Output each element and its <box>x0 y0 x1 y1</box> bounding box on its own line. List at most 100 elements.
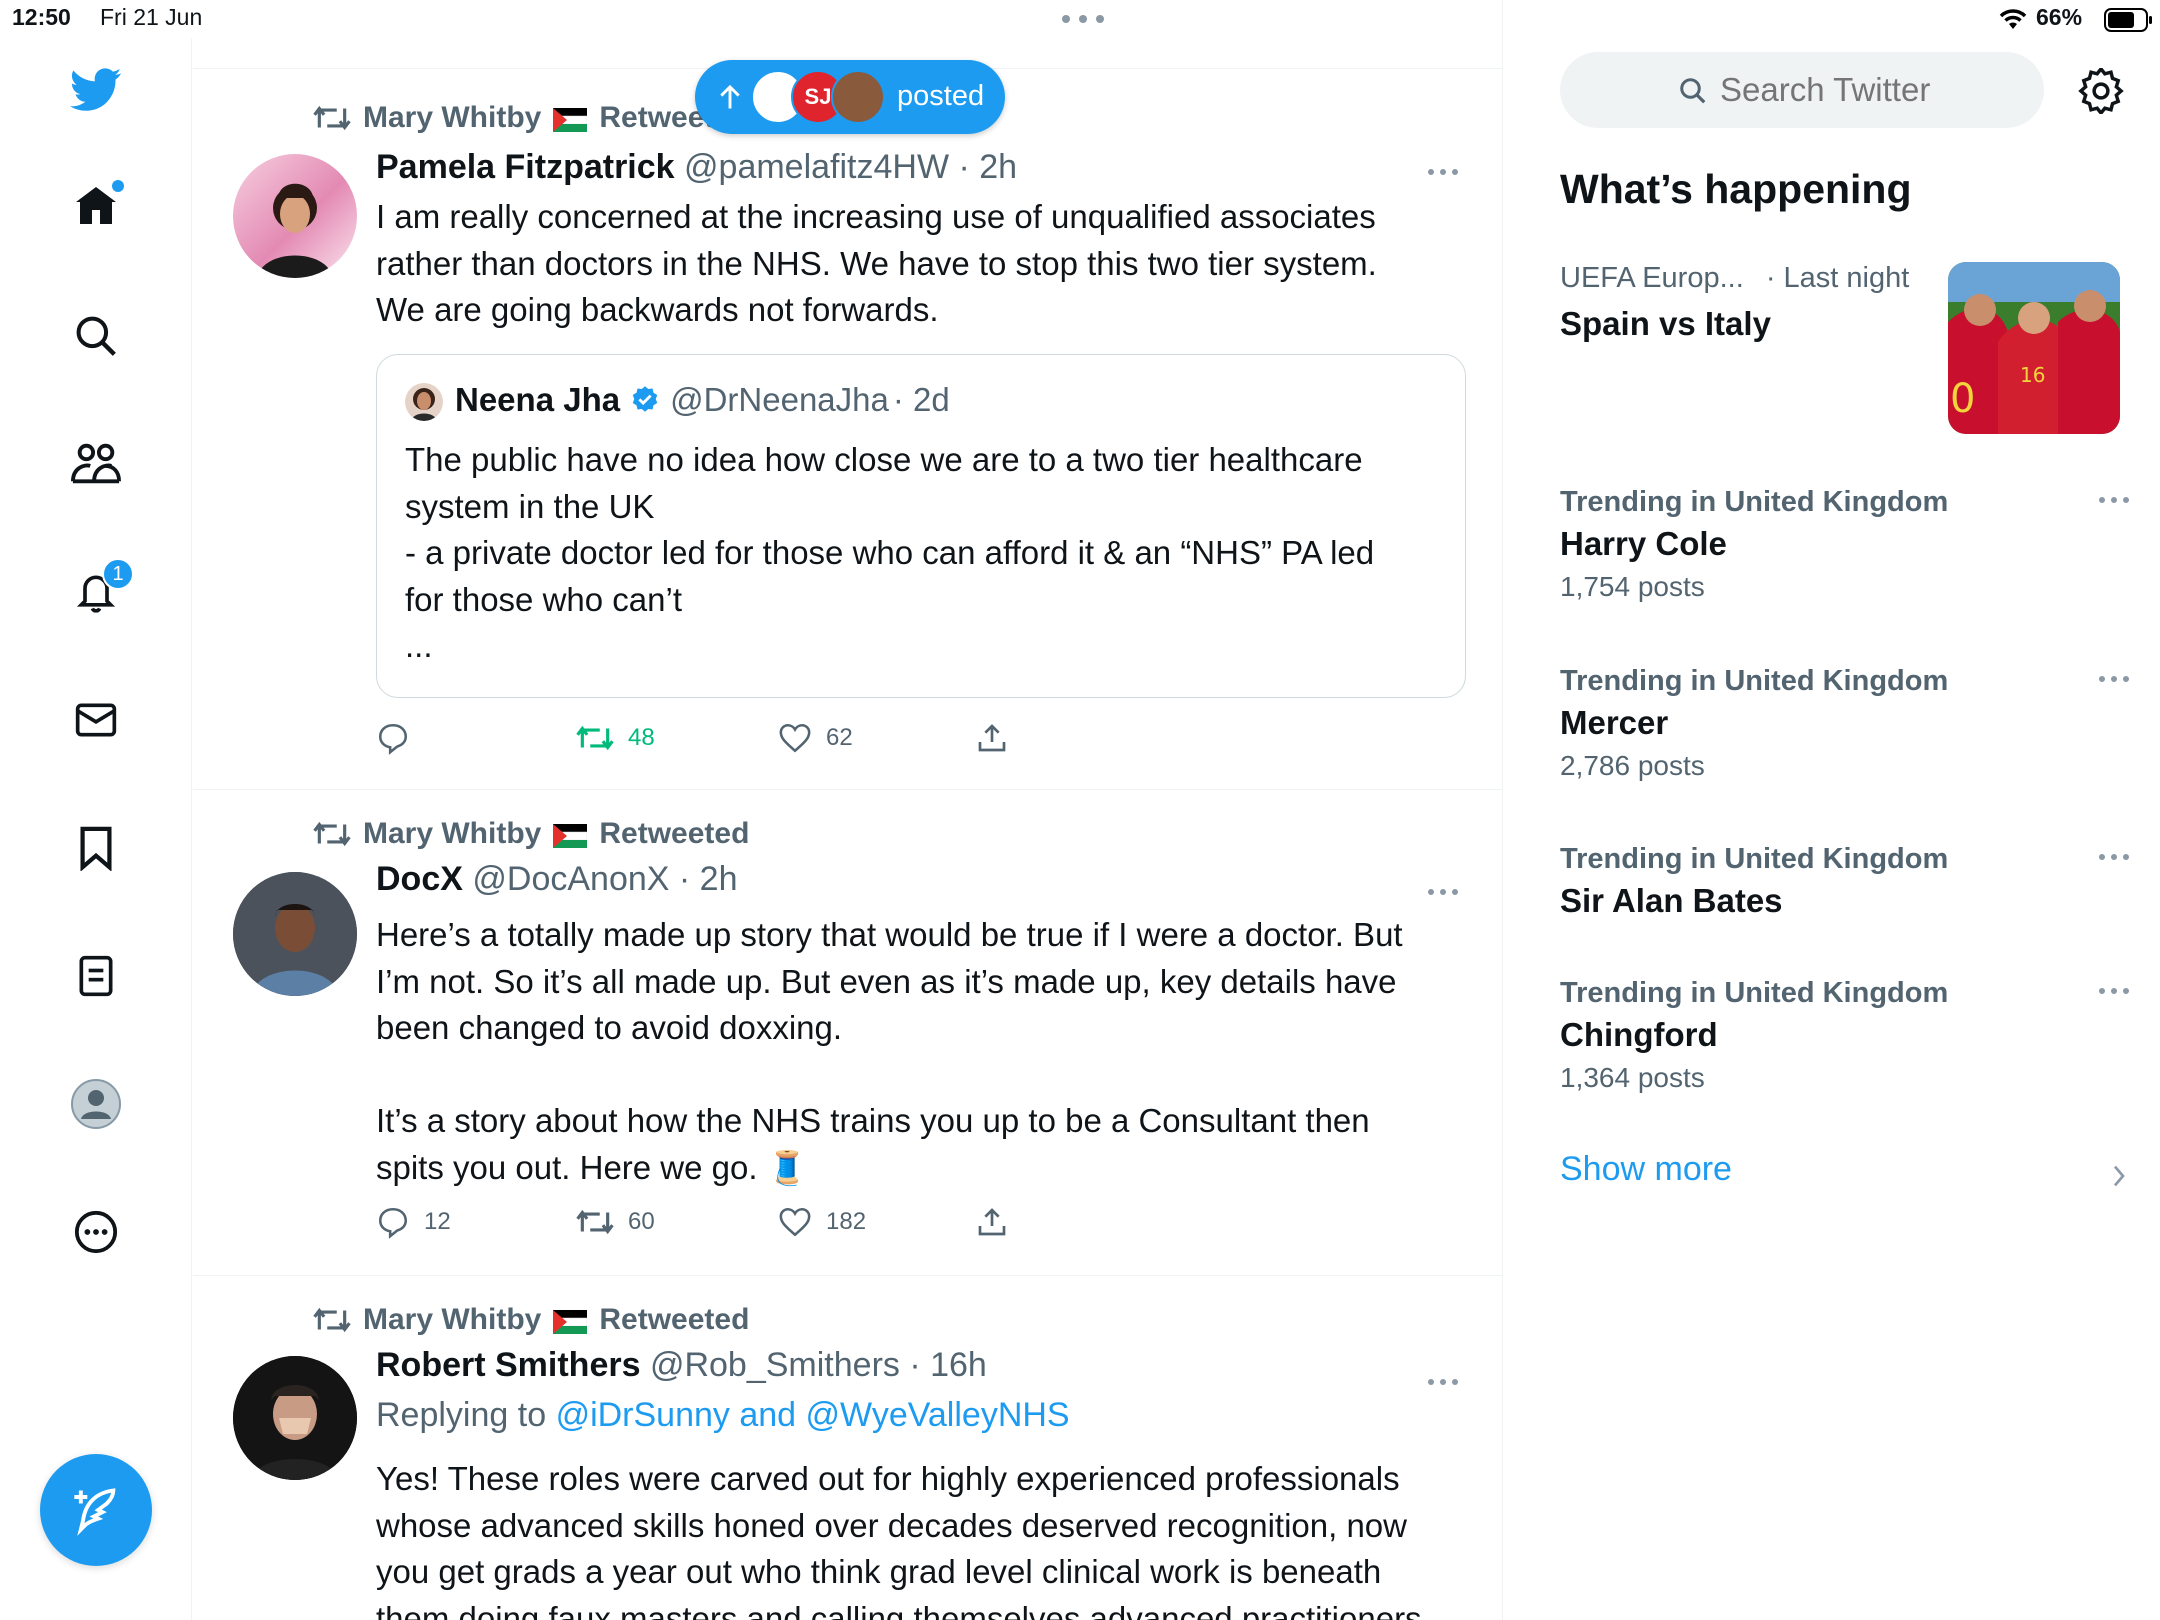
battery-icon <box>2104 8 2152 32</box>
trend-name: Sir Alan Bates <box>1560 882 1783 919</box>
share-button[interactable] <box>976 1200 1008 1244</box>
status-time: 12:50 <box>12 4 71 30</box>
right-sidebar: What’s happening UEFA Europ... · Last ni… <box>1504 38 2160 1620</box>
like-button[interactable]: 182 <box>778 1200 866 1244</box>
tweet-time[interactable]: · 2h <box>959 148 1018 186</box>
tweet-text-line: I am really concerned at the increasing … <box>376 198 1376 235</box>
bookmarks-icon[interactable] <box>64 816 128 880</box>
author-handle[interactable]: @DocAnonX <box>472 860 669 898</box>
search-box[interactable] <box>1560 52 2044 128</box>
explore-search-icon[interactable] <box>64 304 128 368</box>
compose-feather-icon <box>74 1488 116 1536</box>
share-button[interactable] <box>976 716 1008 760</box>
tweet-more-icon[interactable] <box>1425 882 1461 902</box>
trend-count: 1,754 posts <box>1560 571 1705 602</box>
replying-to-line: Replying to @iDrSunny and @WyeValleyNHS <box>376 1396 1070 1435</box>
retweet-button[interactable]: 60 <box>576 1200 655 1244</box>
replying-to-mentions[interactable]: @iDrSunny and @WyeValleyNHS <box>556 1396 1070 1434</box>
search-input[interactable] <box>1720 64 2020 116</box>
author-name[interactable]: DocX <box>376 860 463 898</box>
tweet-text-line: whose advanced skills honed over decades… <box>376 1506 1407 1544</box>
trend-category: Trending in United Kingdom <box>1560 665 1949 697</box>
trend-category: Trending in United Kingdom <box>1560 486 1949 518</box>
tweet-time[interactable]: · 16h <box>909 1346 987 1384</box>
palestine-flag-icon <box>553 106 588 132</box>
avatar[interactable] <box>233 1356 357 1480</box>
trend-more-icon[interactable] <box>2096 671 2132 687</box>
tweet-time[interactable]: · 2h <box>679 860 738 898</box>
tweet-more-icon[interactable] <box>1425 162 1461 182</box>
tweet-more-icon[interactable] <box>1425 1372 1461 1392</box>
author-handle[interactable]: @Rob_Smithers <box>650 1346 900 1384</box>
trend-item[interactable]: Trending in United Kingdom Mercer 2,786 … <box>1560 665 2129 782</box>
lists-icon[interactable] <box>64 944 128 1008</box>
show-more-link[interactable]: Show more <box>1560 1150 2140 1200</box>
left-nav: 1 <box>0 38 192 1620</box>
featured-category: UEFA Europ... <box>1560 262 1744 294</box>
featured-image: 16 0 <box>1948 262 2120 434</box>
reply-button[interactable] <box>376 716 424 760</box>
trend-name: Chingford <box>1560 1016 1718 1053</box>
trend-category: Trending in United Kingdom <box>1560 977 1949 1009</box>
communities-icon[interactable] <box>64 432 128 496</box>
trend-more-icon[interactable] <box>2096 983 2132 999</box>
featured-trend[interactable]: UEFA Europ... · Last night Spain vs Ital… <box>1560 262 2140 442</box>
retweeter-name[interactable]: Mary Whitby <box>363 1303 541 1337</box>
trend-item[interactable]: Trending in United Kingdom Sir Alan Bate… <box>1560 843 2129 920</box>
new-posts-label: posted <box>897 80 985 112</box>
trend-item[interactable]: Trending in United Kingdom Harry Cole 1,… <box>1560 486 2129 603</box>
heart-icon <box>779 723 811 753</box>
avatar[interactable] <box>233 872 357 996</box>
trend-more-icon[interactable] <box>2096 492 2132 508</box>
retweet-button[interactable]: 48 <box>576 716 655 760</box>
twitter-logo-icon[interactable] <box>64 58 128 122</box>
retweeted-label: Retweeted <box>599 1303 750 1336</box>
chevron-right-icon <box>2113 1165 2125 1187</box>
notifications-bell-icon[interactable]: 1 <box>64 558 134 624</box>
settings-gear-icon[interactable] <box>2078 68 2124 114</box>
author-name[interactable]: Robert Smithers <box>376 1346 641 1384</box>
quote-text-line: ... <box>405 627 433 664</box>
notifications-badge: 1 <box>102 558 134 590</box>
tweet-docx[interactable]: Mary Whitby Retweeted DocX @DocAnonX · 2… <box>193 790 1502 1276</box>
like-button[interactable]: 62 <box>778 716 853 760</box>
retweet-count: 48 <box>628 724 655 751</box>
reply-count: 12 <box>424 1208 451 1235</box>
quoted-tweet[interactable]: Neena Jha @DrNeenaJha · 2d The public ha… <box>376 354 1466 698</box>
tweet-actions: 48 62 <box>376 716 1076 760</box>
quote-text-line: - a private doctor led for those who can… <box>405 534 1375 571</box>
retweet-small-icon <box>313 821 351 847</box>
retweet-context: Mary Whitby Retweeted <box>313 1300 750 1340</box>
new-posts-pill[interactable]: SJ posted <box>695 60 1005 134</box>
tweet-text-line: It’s a story about how the NHS trains yo… <box>376 1102 1370 1139</box>
tweet-text-line: We are going backwards not forwards. <box>376 291 939 328</box>
quote-text-line: system in the UK <box>405 487 655 525</box>
tweet-pamela[interactable]: Mary Whitby Retweeted Pamela Fitzpatrick… <box>193 70 1502 790</box>
retweeter-name[interactable]: Mary Whitby <box>363 817 541 851</box>
tweet-robert[interactable]: Mary Whitby Retweeted Robert Smithers @R… <box>193 1276 1502 1620</box>
messages-mail-icon[interactable] <box>64 688 128 752</box>
author-name[interactable]: Pamela Fitzpatrick <box>376 148 675 186</box>
retweeter-name[interactable]: Mary Whitby <box>363 101 541 135</box>
show-more-label: Show more <box>1560 1150 1732 1188</box>
heart-icon <box>779 1207 811 1237</box>
retweet-context: Mary Whitby Retweeted <box>313 814 750 854</box>
home-icon[interactable] <box>64 174 128 238</box>
status-date: Fri 21 Jun <box>100 4 203 30</box>
reply-icon <box>378 723 408 755</box>
retweet-active-icon <box>576 725 614 751</box>
quote-text: The public have no idea how close we are… <box>405 437 1455 670</box>
tweet-text-line: spits you out. Here we go. 🧵 <box>376 1148 808 1186</box>
profile-avatar-icon[interactable] <box>64 1072 128 1136</box>
reply-button[interactable]: 12 <box>376 1200 451 1244</box>
more-options-icon[interactable] <box>64 1200 128 1264</box>
author-handle[interactable]: @pamelafitz4HW <box>684 148 949 186</box>
trend-more-icon[interactable] <box>2096 849 2132 865</box>
retweeted-label: Retweeted <box>599 817 750 850</box>
trend-item[interactable]: Trending in United Kingdom Chingford 1,3… <box>1560 977 2129 1094</box>
arrow-up-icon <box>720 84 740 109</box>
avatar[interactable] <box>233 154 357 278</box>
tweet-text-line: Here’s a totally made up story that woul… <box>376 916 1403 953</box>
tweet-text-line: I’m not. So it’s all made up. But even a… <box>376 962 1397 1000</box>
compose-tweet-button[interactable] <box>40 1454 152 1566</box>
